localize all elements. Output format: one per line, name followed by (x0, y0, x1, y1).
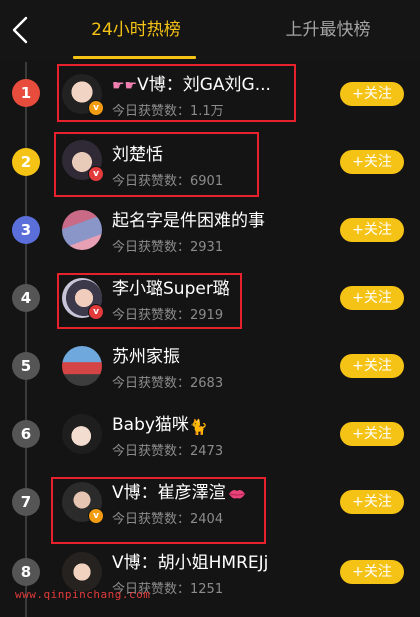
likes-count: 今日获赞数：2473 (112, 444, 224, 459)
user-name[interactable]: V博：胡小姐HMREJj (112, 548, 268, 573)
follow-button[interactable]: +关注 (340, 286, 404, 310)
watermark: www.qinpinchang.com (15, 588, 151, 601)
tab-active-indicator (73, 56, 196, 59)
follow-button[interactable]: +关注 (340, 218, 404, 242)
rank-badge: 2 (12, 148, 40, 176)
rank-badge: 1 (12, 79, 40, 107)
follow-button[interactable]: +关注 (340, 490, 404, 514)
follow-button[interactable]: +关注 (340, 560, 404, 584)
avatar[interactable] (62, 552, 102, 592)
rank-badge: 6 (12, 420, 40, 448)
back-button[interactable] (10, 14, 30, 46)
follow-button[interactable]: +关注 (340, 354, 404, 378)
highlight-box (57, 273, 242, 329)
rank-badge: 7 (12, 488, 40, 516)
highlight-box (51, 477, 266, 544)
likes-count: 今日获赞数：2931 (112, 240, 224, 255)
rank-badge: 3 (12, 216, 40, 244)
highlight-box (57, 64, 296, 122)
follow-button[interactable]: +关注 (340, 150, 404, 174)
chevron-left-icon (12, 16, 28, 44)
avatar[interactable] (62, 414, 102, 454)
user-name[interactable]: Baby猫咪🐈 (112, 410, 208, 436)
rank-badge: 8 (12, 558, 40, 586)
follow-button[interactable]: +关注 (340, 82, 404, 106)
highlight-box (54, 132, 259, 197)
list-item[interactable]: 3 起名字是件困难的事 今日获赞数：2931 +关注 (0, 196, 420, 264)
tab-fastest-rising[interactable]: 上升最快榜 (270, 0, 386, 60)
follow-button[interactable]: +关注 (340, 422, 404, 446)
user-name[interactable]: 苏州家振 (112, 342, 180, 367)
avatar[interactable] (62, 210, 102, 250)
list-item[interactable]: 5 苏州家振 今日获赞数：2683 +关注 (0, 332, 420, 400)
avatar[interactable] (62, 346, 102, 386)
list-item[interactable]: 6 Baby猫咪🐈 今日获赞数：2473 +关注 (0, 400, 420, 468)
top-bar: 24小时热榜 上升最快榜 (0, 0, 420, 60)
user-name[interactable]: 起名字是件困难的事 (112, 206, 265, 231)
likes-count: 今日获赞数：2683 (112, 376, 224, 391)
rank-badge: 5 (12, 352, 40, 380)
rank-badge: 4 (12, 284, 40, 312)
cat-icon: 🐈 (188, 418, 208, 436)
tab-24h-hot[interactable]: 24小时热榜 (78, 0, 194, 60)
